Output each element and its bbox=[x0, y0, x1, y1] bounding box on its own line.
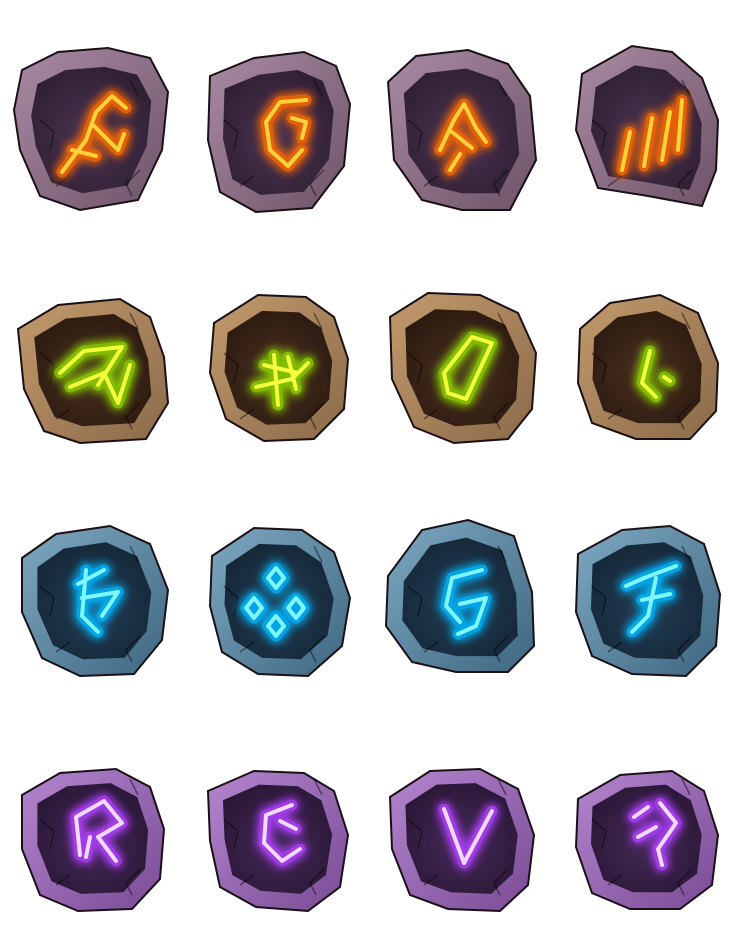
arcane-rune-4-stone bbox=[552, 699, 736, 932]
water-rune-3-stone-art bbox=[384, 518, 536, 673]
water-rune-2-stone-art bbox=[208, 526, 352, 678]
arcane-rune-4-stone-art bbox=[574, 769, 720, 910]
fire-rune-3-stone bbox=[368, 0, 552, 233]
arcane-rune-1-stone bbox=[0, 699, 184, 932]
water-rune-4-stone bbox=[552, 466, 736, 699]
fire-rune-2-stone-art bbox=[206, 50, 352, 214]
water-rune-3-stone bbox=[368, 466, 552, 699]
fire-rune-2-stone bbox=[184, 0, 368, 233]
arcane-rune-3-stone-art bbox=[388, 767, 536, 913]
water-rune-1-stone-art bbox=[21, 524, 170, 678]
earth-rune-1-stone bbox=[0, 233, 184, 466]
arcane-rune-2-stone bbox=[184, 699, 368, 932]
fire-rune-1-stone bbox=[0, 0, 184, 233]
rune-stone-sheet bbox=[0, 0, 736, 931]
fire-rune-1-stone-art bbox=[12, 46, 170, 212]
earth-rune-3-stone bbox=[368, 233, 552, 466]
arcane-rune-3-stone bbox=[368, 699, 552, 932]
earth-rune-2-stone bbox=[184, 233, 368, 466]
water-rune-2-stone bbox=[184, 466, 368, 699]
earth-rune-3-stone-art bbox=[388, 291, 538, 445]
stone-face bbox=[405, 783, 518, 894]
earth-rune-1-stone-art bbox=[16, 297, 170, 445]
earth-rune-4-stone-art bbox=[576, 293, 720, 440]
fire-rune-4-stone bbox=[552, 0, 736, 233]
fire-rune-3-stone-art bbox=[386, 48, 538, 211]
arcane-rune-2-stone-art bbox=[206, 769, 350, 913]
earth-rune-4-stone bbox=[552, 233, 736, 466]
fire-rune-4-stone-art bbox=[574, 44, 720, 208]
water-rune-4-stone-art bbox=[574, 524, 722, 678]
water-rune-1-stone bbox=[0, 466, 184, 699]
earth-rune-2-stone-art bbox=[208, 293, 350, 443]
arcane-rune-1-stone-art bbox=[21, 767, 166, 913]
